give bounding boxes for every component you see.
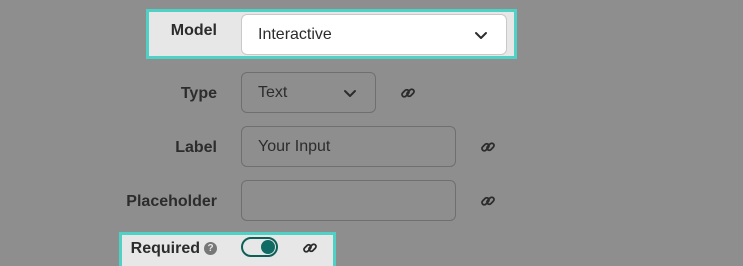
placeholder-input[interactable] (241, 180, 456, 221)
toggle-knob (261, 240, 275, 254)
required-label-group: Required? (97, 240, 217, 258)
label-input-value: Your Input (258, 137, 331, 155)
type-select[interactable]: Text (241, 72, 376, 113)
link-icon[interactable] (480, 193, 496, 209)
required-toggle[interactable] (241, 237, 278, 257)
link-icon[interactable] (400, 85, 416, 101)
type-label: Type (180, 85, 217, 102)
label-field-label: Label (175, 139, 217, 156)
required-label: Required (130, 240, 200, 257)
help-icon[interactable]: ? (204, 242, 217, 256)
label-input[interactable]: Your Input (241, 126, 456, 167)
chevron-down-icon (343, 86, 357, 100)
chevron-down-icon (474, 28, 488, 42)
model-select-value: Interactive (258, 25, 332, 43)
link-icon[interactable] (480, 139, 496, 155)
model-label: Model (170, 22, 217, 39)
placeholder-field-label: Placeholder (126, 193, 217, 210)
model-select[interactable]: Interactive (241, 14, 507, 55)
link-icon[interactable] (302, 240, 318, 256)
type-select-value: Text (258, 83, 288, 101)
